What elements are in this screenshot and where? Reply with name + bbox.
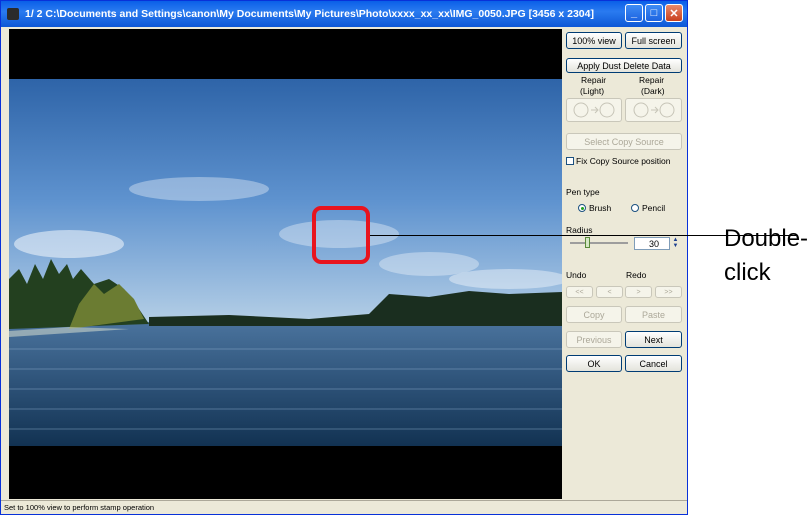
radius-spinner-icon[interactable]: ▲ ▼ [671,237,680,250]
app-icon [7,8,19,20]
title-bar[interactable]: 1/ 2 C:\Documents and Settings\canon\My … [1,1,687,27]
minimize-button[interactable]: _ [625,4,643,22]
select-copy-source-button[interactable]: Select Copy Source [566,133,682,150]
brush-radio[interactable] [578,204,586,212]
radius-label: Radius [566,225,593,235]
apply-dust-delete-button[interactable]: Apply Dust Delete Data [566,58,682,73]
undo-label: Undo [566,270,587,280]
image-viewer[interactable] [9,29,562,499]
repair-light-button[interactable] [566,98,622,122]
pencil-label: Pencil [642,203,666,213]
fix-copy-source-checkbox[interactable] [566,157,574,165]
lake-photo[interactable] [9,79,562,446]
ok-button[interactable]: OK [566,355,622,372]
copy-button[interactable]: Copy [566,306,622,323]
radius-value-field[interactable]: 30 [634,237,670,250]
redo-button[interactable]: > [625,286,652,298]
pen-type-label: Pen type [566,187,600,197]
undo-all-button[interactable]: << [566,286,593,298]
cancel-button[interactable]: Cancel [625,355,682,372]
undo-button[interactable]: < [596,286,623,298]
close-button[interactable]: ✕ [665,4,683,22]
redo-label: Redo [626,270,647,280]
previous-button[interactable]: Previous [566,331,622,348]
status-text: Set to 100% view to perform stamp operat… [4,503,155,512]
status-bar: Set to 100% view to perform stamp operat… [1,500,687,514]
fix-copy-source-label: Fix Copy Source position [576,156,671,166]
repair-dark-icon [633,102,674,118]
view-100-button[interactable]: 100% view [566,32,622,49]
pencil-radio[interactable] [631,204,639,212]
repair-dark-button[interactable] [625,98,682,122]
repair-dark-sub-label: (Dark) [641,86,665,96]
repair-light-label: Repair [581,75,607,85]
repair-dark-label: Repair [639,75,665,85]
full-screen-button[interactable]: Full screen [625,32,682,49]
brush-label: Brush [589,203,612,213]
radius-slider-track[interactable] [570,242,628,244]
repair-light-icon [573,102,615,118]
paste-button[interactable]: Paste [625,306,682,323]
callout-line-1: Double- [724,225,809,252]
next-button[interactable]: Next [625,331,682,348]
radius-slider-handle[interactable] [585,237,590,248]
maximize-button[interactable]: □ [645,4,663,22]
double-click-callout: Double- click [724,222,808,290]
redo-all-button[interactable]: >> [655,286,682,298]
window-title: 1/ 2 C:\Documents and Settings\canon\My … [25,8,594,20]
double-click-highlight [312,206,370,264]
repair-light-sub-label: (Light) [580,86,605,96]
tool-panel: 100% view Full screen Apply Dust Delete … [564,29,685,499]
callout-line-2: click [724,259,771,286]
